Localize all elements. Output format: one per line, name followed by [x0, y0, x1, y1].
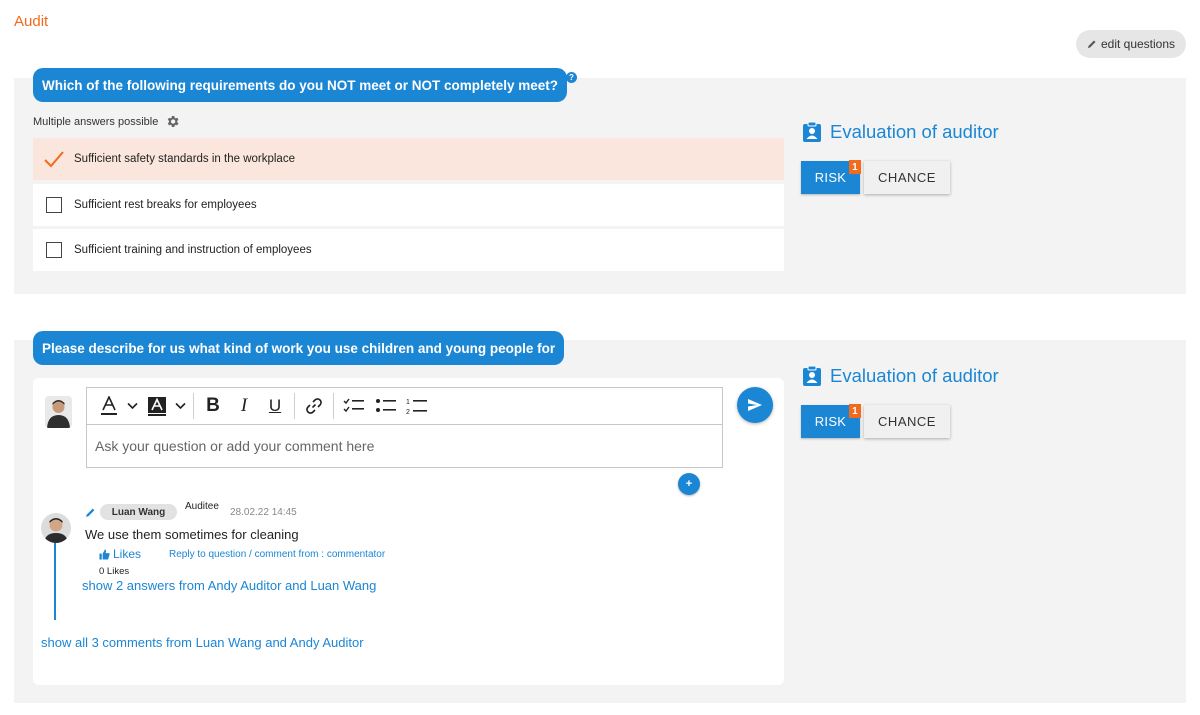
- evaluation-title: Evaluation of auditor: [830, 365, 999, 386]
- bullet-list-icon[interactable]: [370, 392, 402, 420]
- show-all-comments-link[interactable]: show all 3 comments from Luan Wang and A…: [41, 635, 364, 650]
- risk-label: RISK: [814, 170, 847, 185]
- answer-option-2[interactable]: Sufficient rest breaks for employees: [33, 184, 784, 226]
- italic-icon[interactable]: I: [228, 392, 260, 420]
- likes-count: 0 Likes: [99, 566, 130, 577]
- comment-timestamp: 28.02.22 14:45: [230, 507, 297, 518]
- comment-editor: B I U 12 Ask your question or add your c…: [86, 387, 723, 468]
- answer-option-label: Sufficient rest breaks for employees: [74, 199, 257, 211]
- chance-button[interactable]: CHANCE: [864, 405, 950, 438]
- checkbox[interactable]: [45, 242, 62, 258]
- show-answers-link[interactable]: show 2 answers from Andy Auditor and Lua…: [82, 578, 376, 593]
- svg-text:2: 2: [406, 409, 410, 415]
- svg-text:1: 1: [406, 399, 410, 406]
- risk-count-badge: 1: [849, 160, 861, 174]
- clipboard-user-icon: [803, 365, 821, 386]
- underline-icon[interactable]: U: [260, 392, 290, 420]
- answer-option-label: Sufficient safety standards in the workp…: [74, 153, 295, 165]
- edit-questions-button[interactable]: edit questions: [1076, 30, 1186, 58]
- answer-option-1[interactable]: Sufficient safety standards in the workp…: [33, 138, 784, 180]
- page-title: Audit: [14, 13, 49, 30]
- checkmark-icon: [33, 150, 74, 168]
- avatar: [45, 396, 72, 428]
- comment-text: We use them sometimes for cleaning: [85, 527, 299, 542]
- toolbar-divider: [333, 393, 334, 419]
- multiple-answers-label: Multiple answers possible: [33, 115, 159, 128]
- question-1-title: Which of the following requirements do y…: [33, 68, 568, 102]
- bold-icon[interactable]: B: [198, 392, 228, 420]
- toolbar-divider: [294, 393, 295, 419]
- pencil-icon: [1087, 40, 1096, 48]
- author-role: Auditee: [185, 501, 219, 512]
- likes-label: Likes: [113, 547, 142, 561]
- help-icon[interactable]: ?: [566, 72, 577, 83]
- author-chip[interactable]: Luan Wang: [100, 504, 177, 520]
- send-icon: [748, 399, 762, 411]
- checkbox[interactable]: [45, 197, 62, 213]
- highlight-color-icon[interactable]: [143, 392, 171, 420]
- clipboard-user-icon: [803, 121, 821, 142]
- pencil-icon[interactable]: [85, 507, 96, 518]
- thread-line: [54, 543, 56, 620]
- multiple-answers-hint: Multiple answers possible: [33, 114, 180, 129]
- chance-button[interactable]: CHANCE: [864, 161, 950, 194]
- evaluation-header-2: Evaluation of auditor: [802, 365, 999, 387]
- comment-input[interactable]: Ask your question or add your comment he…: [87, 425, 722, 467]
- numbered-list-icon[interactable]: 12: [402, 392, 432, 420]
- reply-link[interactable]: Reply to question / comment from : comme…: [169, 549, 385, 560]
- risk-count-badge: 1: [849, 404, 861, 418]
- question-2-title: Please describe for us what kind of work…: [33, 331, 565, 365]
- toolbar-divider: [193, 393, 194, 419]
- evaluation-title: Evaluation of auditor: [830, 121, 999, 142]
- edit-questions-label: edit questions: [1100, 37, 1176, 51]
- evaluation-header-1: Evaluation of auditor: [802, 121, 999, 143]
- chevron-down-icon[interactable]: [171, 392, 189, 420]
- link-icon[interactable]: [299, 392, 329, 420]
- avatar: [41, 513, 71, 543]
- thumbs-up-icon: [99, 548, 110, 560]
- risk-button[interactable]: RISK 1: [801, 160, 861, 194]
- editor-toolbar: B I U 12: [87, 388, 722, 425]
- risk-button[interactable]: RISK 1: [801, 404, 861, 438]
- send-button[interactable]: [737, 387, 773, 423]
- like-button[interactable]: Likes: [99, 547, 141, 561]
- add-button[interactable]: +: [678, 473, 700, 495]
- checklist-icon[interactable]: [338, 392, 370, 420]
- risk-label: RISK: [814, 414, 847, 429]
- answer-option-label: Sufficient training and instruction of e…: [74, 244, 312, 256]
- font-color-icon[interactable]: [97, 392, 121, 420]
- answer-option-3[interactable]: Sufficient training and instruction of e…: [33, 229, 784, 271]
- chevron-down-icon[interactable]: [121, 392, 143, 420]
- gear-icon[interactable]: [165, 114, 180, 129]
